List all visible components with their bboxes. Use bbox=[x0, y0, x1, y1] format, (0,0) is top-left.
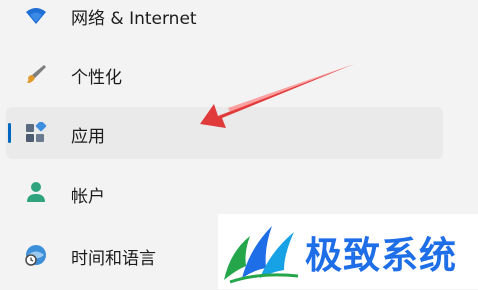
swoosh-logo-icon bbox=[220, 218, 304, 290]
watermark: 极致系统 bbox=[218, 214, 478, 289]
watermark-text: 极致系统 bbox=[305, 234, 457, 277]
